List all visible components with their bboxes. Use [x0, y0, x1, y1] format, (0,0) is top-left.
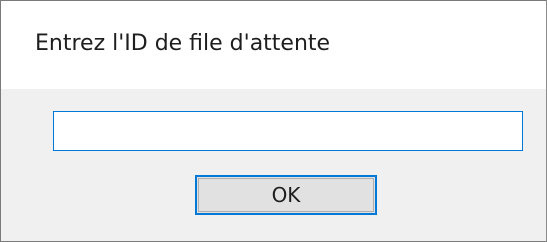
prompt-area: Entrez l'ID de file d'attente: [1, 1, 546, 89]
queue-id-input[interactable]: [53, 111, 523, 151]
queue-id-dialog: Entrez l'ID de file d'attente OK: [0, 0, 547, 242]
ok-button[interactable]: OK: [195, 175, 377, 215]
ok-button-label: OK: [198, 178, 374, 212]
prompt-label: Entrez l'ID de file d'attente: [35, 31, 331, 56]
